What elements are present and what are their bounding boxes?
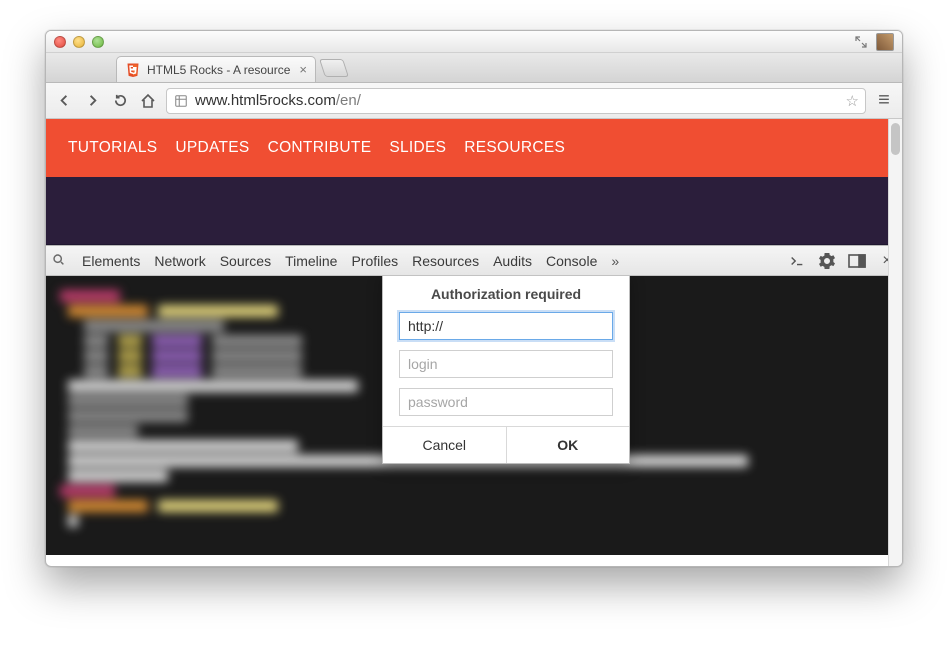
site-nav: TUTORIALS UPDATES CONTRIBUTE SLIDES RESO… (46, 119, 902, 177)
home-button[interactable] (138, 91, 158, 111)
hero-banner (46, 177, 902, 245)
dock-side-icon[interactable] (848, 252, 866, 270)
bookmark-star-icon[interactable]: ☆ (846, 92, 859, 110)
devtools-content: Authorization required Cancel OK (46, 276, 902, 555)
devtools-tab-resources[interactable]: Resources (412, 253, 479, 269)
dialog-title: Authorization required (383, 276, 629, 312)
minimize-window-button[interactable] (73, 36, 85, 48)
reload-button[interactable] (110, 91, 130, 111)
tabstrip: HTML5 Rocks - A resource × (46, 53, 902, 83)
globe-icon (173, 93, 189, 109)
show-drawer-icon[interactable] (788, 252, 806, 270)
devtools-tab-elements[interactable]: Elements (82, 253, 140, 269)
url-path: /en/ (336, 92, 361, 109)
settings-gear-icon[interactable] (818, 252, 836, 270)
nav-slides[interactable]: SLIDES (389, 139, 446, 157)
tab-title: HTML5 Rocks - A resource (147, 63, 293, 77)
devtools-tabbar: Elements Network Sources Timeline Profil… (46, 246, 902, 276)
devtools-tab-network[interactable]: Network (154, 253, 205, 269)
browser-window: HTML5 Rocks - A resource × www.html5rock… (45, 30, 903, 567)
chrome-menu-button[interactable]: ≡ (874, 89, 894, 112)
authorization-dialog: Authorization required Cancel OK (382, 276, 630, 464)
devtools-tab-audits[interactable]: Audits (493, 253, 532, 269)
devtools-panel: Elements Network Sources Timeline Profil… (46, 245, 902, 555)
devtools-tab-sources[interactable]: Sources (220, 253, 271, 269)
url-text: www.html5rocks.com/en/ (195, 92, 840, 109)
scrollbar-thumb[interactable] (891, 123, 900, 155)
url-host: www.html5rocks.com (195, 92, 336, 109)
devtools-tab-console[interactable]: Console (546, 253, 597, 269)
nav-updates[interactable]: UPDATES (175, 139, 249, 157)
devtools-tab-timeline[interactable]: Timeline (285, 253, 337, 269)
back-button[interactable] (54, 91, 74, 111)
profile-avatar[interactable] (876, 33, 894, 51)
ok-button[interactable]: OK (506, 427, 630, 463)
page-scrollbar[interactable] (888, 119, 902, 566)
auth-url-input[interactable] (399, 312, 613, 340)
devtools-tab-profiles[interactable]: Profiles (351, 253, 398, 269)
html5-icon (125, 62, 141, 78)
page-viewport: TUTORIALS UPDATES CONTRIBUTE SLIDES RESO… (46, 119, 902, 566)
new-tab-button[interactable] (319, 59, 349, 77)
titlebar (46, 31, 902, 53)
auth-password-input[interactable] (399, 388, 613, 416)
zoom-window-button[interactable] (92, 36, 104, 48)
toolbar: www.html5rocks.com/en/ ☆ ≡ (46, 83, 902, 119)
devtools-overflow-icon[interactable]: » (611, 253, 619, 269)
close-window-button[interactable] (54, 36, 66, 48)
nav-tutorials[interactable]: TUTORIALS (68, 139, 157, 157)
search-icon[interactable] (52, 253, 68, 269)
browser-tab[interactable]: HTML5 Rocks - A resource × (116, 56, 316, 82)
traffic-lights (54, 36, 104, 48)
fullscreen-icon[interactable] (852, 34, 870, 50)
nav-contribute[interactable]: CONTRIBUTE (268, 139, 372, 157)
address-bar[interactable]: www.html5rocks.com/en/ ☆ (166, 88, 866, 114)
forward-button[interactable] (82, 91, 102, 111)
auth-login-input[interactable] (399, 350, 613, 378)
cancel-button[interactable]: Cancel (383, 427, 506, 463)
close-tab-icon[interactable]: × (299, 62, 307, 77)
nav-resources[interactable]: RESOURCES (464, 139, 565, 157)
